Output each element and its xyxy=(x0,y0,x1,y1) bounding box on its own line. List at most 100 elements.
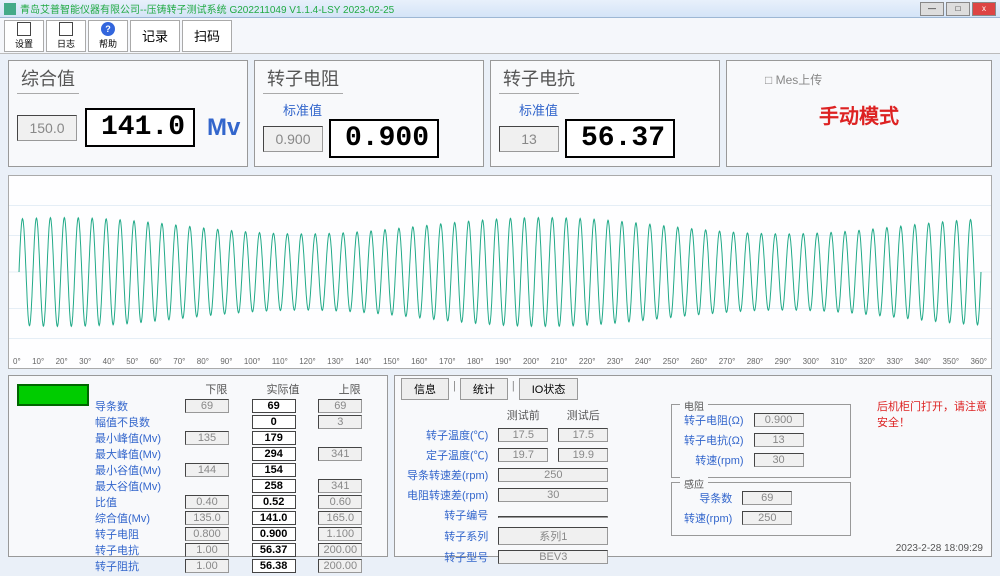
app-icon xyxy=(4,3,16,15)
stator-temp-before: 19.7 xyxy=(498,448,548,462)
mode-panel: □ Mes上传 手动模式 xyxy=(726,60,992,167)
minimize-button[interactable]: — xyxy=(920,2,944,16)
record-button[interactable]: 记录 xyxy=(130,20,180,52)
chart-x-axis: 0°10°20°30°40°50°60°70°80°90°100°110°120… xyxy=(9,357,991,366)
param-actual: 0.900 xyxy=(252,527,296,541)
col-lower: 下限 xyxy=(183,380,250,398)
composite-ref: 150.0 xyxy=(17,115,77,141)
scan-button[interactable]: 扫码 xyxy=(182,20,232,52)
log-icon xyxy=(59,22,73,36)
param-label: 最大谷值(Mv) xyxy=(93,478,183,494)
col-actual: 实际值 xyxy=(250,380,317,398)
param-low: 0.800 xyxy=(185,527,229,541)
param-up: 69 xyxy=(318,399,362,413)
param-label: 比值 xyxy=(93,494,183,510)
tab-io[interactable]: IO状态 xyxy=(519,378,579,400)
rotor-resistance-title: 转子电阻 xyxy=(263,65,343,94)
rotor-reactance-panel: 转子电抗 标准值 13 56.37 xyxy=(490,60,720,167)
resistance-fieldset: 电阻 转子电阻(Ω)0.900 转子电抗(Ω)13 转速(rpm)30 xyxy=(671,404,851,478)
h-after: 测试后 xyxy=(554,406,612,424)
param-actual: 141.0 xyxy=(252,511,296,525)
rotor-temp-after: 17.5 xyxy=(558,428,608,442)
col-upper: 上限 xyxy=(316,380,383,398)
rotor-series: 系列1 xyxy=(498,527,608,545)
param-label: 转子阻抗 xyxy=(93,558,183,574)
param-low: 135.0 xyxy=(185,511,229,525)
mode-label: 手动模式 xyxy=(735,100,983,129)
log-button[interactable]: 日志 xyxy=(46,20,86,52)
param-up: 200.00 xyxy=(318,543,362,557)
tab-info[interactable]: 信息 xyxy=(401,378,449,400)
warning-text: 后机柜门打开，请注意安全！ xyxy=(877,398,987,430)
param-up: 165.0 xyxy=(318,511,362,525)
param-label: 综合值(Mv) xyxy=(93,510,183,526)
stator-temp-after: 19.9 xyxy=(558,448,608,462)
resist-x: 13 xyxy=(754,433,804,447)
param-up: 341 xyxy=(318,479,362,493)
window-title: 青岛艾普智能仪器有限公司--压铸转子测试系统 G202211049 V1.1.4… xyxy=(20,1,920,16)
param-label: 最小峰值(Mv) xyxy=(93,430,183,446)
param-up: 3 xyxy=(318,415,362,429)
settings-button[interactable]: 设置 xyxy=(4,20,44,52)
timestamp: 2023-2-28 18:09:29 xyxy=(896,543,983,554)
bar-speed-diff: 250 xyxy=(498,468,608,482)
param-low: 144 xyxy=(185,463,229,477)
titlebar: 青岛艾普智能仪器有限公司--压铸转子测试系统 G202211049 V1.1.4… xyxy=(0,0,1000,18)
param-actual: 179 xyxy=(252,431,296,445)
param-actual: 294 xyxy=(252,447,296,461)
param-label: 幅值不良数 xyxy=(93,414,183,430)
param-low: 0.40 xyxy=(185,495,229,509)
param-label: 导条数 xyxy=(93,398,183,414)
param-low: 1.00 xyxy=(185,543,229,557)
resist-speed-diff: 30 xyxy=(498,488,608,502)
param-low: 1.00 xyxy=(185,559,229,573)
param-actual: 0 xyxy=(252,415,296,429)
param-actual: 258 xyxy=(252,479,296,493)
reactance-value: 56.37 xyxy=(565,119,675,158)
param-actual: 56.37 xyxy=(252,543,296,557)
rotor-id[interactable] xyxy=(498,516,608,518)
resist-r: 0.900 xyxy=(754,413,804,427)
maximize-button[interactable]: □ xyxy=(946,2,970,16)
param-actual: 154 xyxy=(252,463,296,477)
induct-rpm: 250 xyxy=(742,511,792,525)
info-panel: 信息| 统计| IO状态 测试前测试后 转子温度(℃)17.517.5 定子温度… xyxy=(394,375,992,557)
rotor-model: BEV3 xyxy=(498,550,608,564)
param-label: 转子电阻 xyxy=(93,526,183,542)
composite-title: 综合值 xyxy=(17,65,79,94)
status-indicator xyxy=(17,384,89,406)
rotor-temp-before: 17.5 xyxy=(498,428,548,442)
resistance-std: 0.900 xyxy=(263,126,323,152)
param-label: 最小谷值(Mv) xyxy=(93,462,183,478)
resist-rpm: 30 xyxy=(754,453,804,467)
composite-panel: 综合值 150.0 141.0 Mv xyxy=(8,60,248,167)
waveform-chart: 0°10°20°30°40°50°60°70°80°90°100°110°120… xyxy=(8,175,992,369)
settings-icon xyxy=(17,22,31,36)
param-up: 200.00 xyxy=(318,559,362,573)
rotor-resistance-panel: 转子电阻 标准值 0.900 0.900 xyxy=(254,60,484,167)
rotor-reactance-title: 转子电抗 xyxy=(499,65,579,94)
resistance-value: 0.900 xyxy=(329,119,439,158)
reactance-std: 13 xyxy=(499,126,559,152)
close-button[interactable]: x xyxy=(972,2,996,16)
param-up: 341 xyxy=(318,447,362,461)
params-panel: 下限实际值上限 导条数 69 69 69幅值不良数 0 3最小峰值(Mv) 13… xyxy=(8,375,388,557)
param-up: 1.100 xyxy=(318,527,362,541)
param-label: 最大峰值(Mv) xyxy=(93,446,183,462)
std-label: 标准值 xyxy=(283,100,475,119)
help-button[interactable]: ?帮助 xyxy=(88,20,128,52)
toolbar: 设置 日志 ?帮助 记录 扫码 xyxy=(0,18,1000,54)
composite-value: 141.0 xyxy=(85,108,195,147)
induct-bars: 69 xyxy=(742,491,792,505)
std-label: 标准值 xyxy=(519,100,711,119)
induction-fieldset: 感应 导条数69 转速(rpm)250 xyxy=(671,482,851,536)
param-label: 转子电抗 xyxy=(93,542,183,558)
param-actual: 69 xyxy=(252,399,296,413)
mes-upload-checkbox[interactable]: □ Mes上传 xyxy=(765,71,983,88)
param-low: 135 xyxy=(185,431,229,445)
param-actual: 0.52 xyxy=(252,495,296,509)
h-before: 测试前 xyxy=(494,406,552,424)
tab-stats[interactable]: 统计 xyxy=(460,378,508,400)
param-low: 69 xyxy=(185,399,229,413)
param-actual: 56.38 xyxy=(252,559,296,573)
